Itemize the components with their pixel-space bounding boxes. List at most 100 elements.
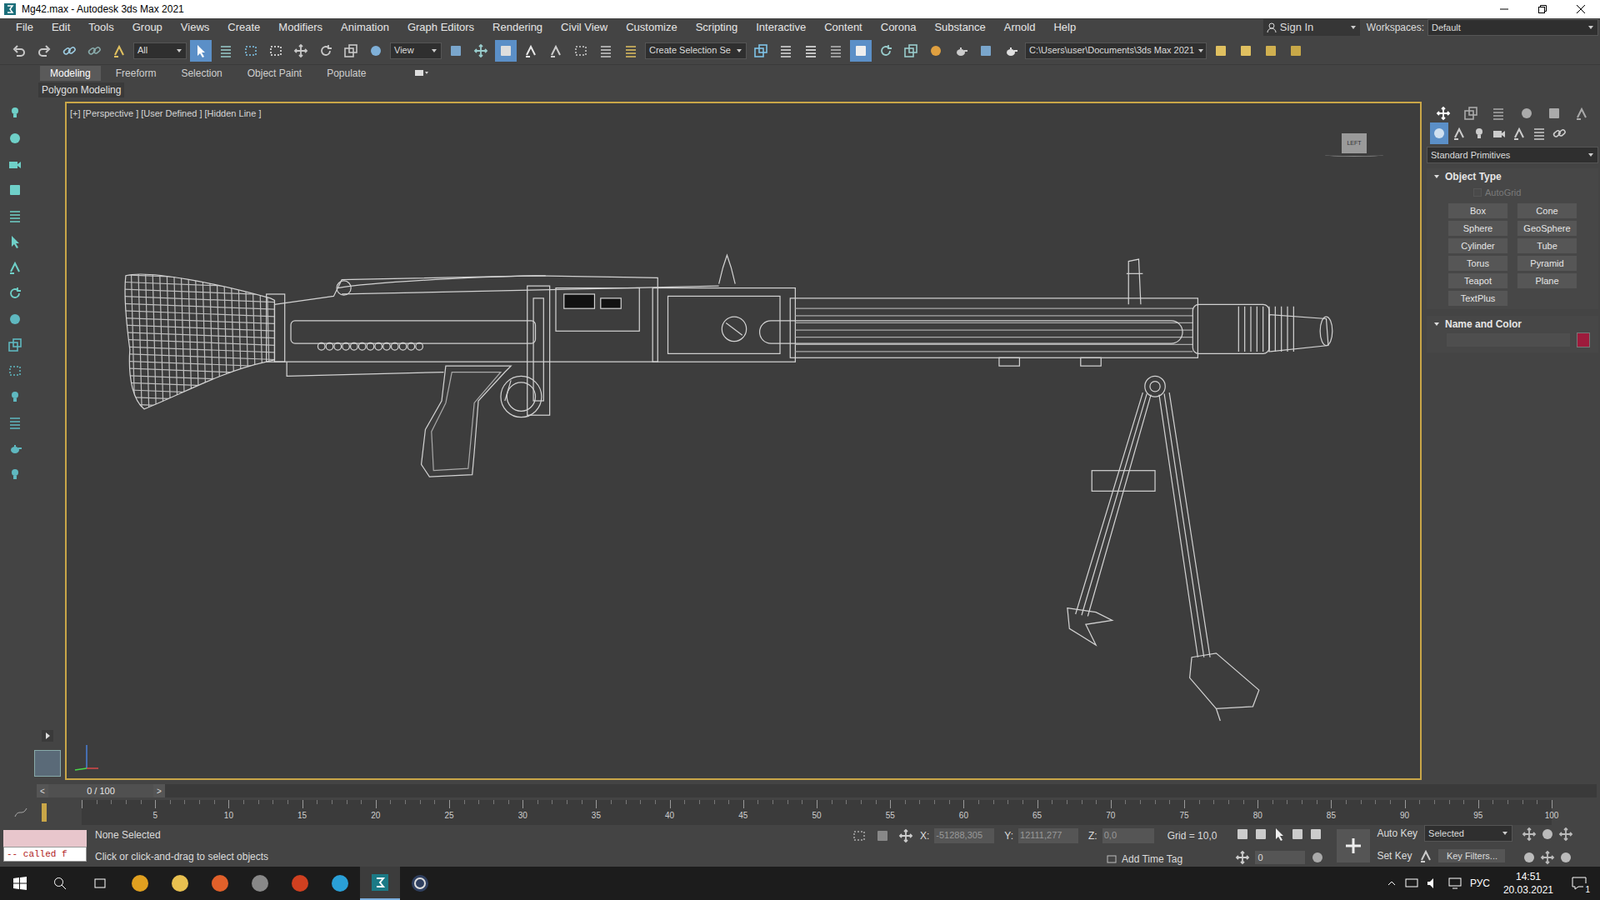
menu-item[interactable]: Rendering — [483, 19, 552, 36]
key-filter-button[interactable] — [1418, 845, 1434, 867]
close-button[interactable] — [1561, 0, 1600, 19]
spinner-snap-button[interactable] — [595, 40, 617, 62]
play-button[interactable] — [1270, 823, 1289, 845]
cameras-button[interactable] — [1490, 122, 1509, 145]
menu-item[interactable]: Edit — [42, 19, 80, 36]
menu-item[interactable]: Civil View — [551, 19, 617, 36]
ribbon-options-icon[interactable] — [415, 69, 430, 78]
key-mode-button[interactable] — [1233, 846, 1252, 869]
bind-space-warp-button[interactable] — [108, 40, 130, 62]
tray-arrow-icon[interactable] — [1386, 878, 1397, 889]
curve-editor-button[interactable] — [875, 40, 897, 62]
scene-explorer-button[interactable] — [800, 40, 822, 62]
previous-frame-button[interactable] — [1251, 823, 1270, 845]
select-by-name-button[interactable] — [215, 40, 237, 62]
layer-explorer-button[interactable] — [825, 40, 847, 62]
orbit-button[interactable] — [1557, 846, 1575, 869]
viewport-label-item[interactable]: [User Defined ] — [140, 106, 202, 121]
move-button[interactable] — [290, 40, 312, 62]
ribbon-tab[interactable]: Freeform — [105, 65, 167, 81]
menu-item[interactable]: Content — [815, 19, 872, 36]
lights-button[interactable] — [1470, 122, 1489, 145]
key-filters-button[interactable]: Key Filters... — [1438, 849, 1505, 863]
menu-item[interactable]: File — [6, 19, 43, 36]
next-frame-button[interactable]: > — [153, 784, 165, 798]
z-coordinate-field[interactable]: 0,0 — [1102, 828, 1155, 844]
ribbon-tab[interactable]: Selection — [170, 65, 232, 81]
primitive-button[interactable]: Pyramid — [1517, 255, 1577, 271]
mini-curve-editor-icon[interactable] — [14, 806, 28, 819]
primitive-button[interactable]: Torus — [1448, 255, 1508, 271]
primitive-button[interactable]: Cone — [1517, 203, 1577, 219]
grid-tool-button[interactable] — [2, 334, 28, 356]
key-mode-dropdown[interactable]: Selected — [1424, 825, 1513, 842]
track-ruler[interactable]: 5101520253035404550556065707580859095100 — [81, 800, 1552, 825]
list-button[interactable] — [2, 205, 28, 227]
add-time-tag-button[interactable]: Add Time Tag — [1121, 851, 1183, 867]
ribbon-tab[interactable]: Object Paint — [237, 65, 312, 81]
menu-item[interactable]: Tools — [79, 19, 123, 36]
helpers-button[interactable] — [1510, 122, 1529, 145]
geometry-button[interactable] — [1430, 122, 1449, 145]
taskbar-app[interactable] — [280, 866, 320, 900]
category-dropdown[interactable]: Standard Primitives — [1426, 146, 1599, 164]
angle-snap-button[interactable] — [545, 40, 567, 62]
menu-item[interactable]: Corona — [871, 19, 926, 36]
brush-button[interactable] — [2, 256, 28, 279]
polygon-modeling-panel[interactable]: Polygon Modeling — [38, 82, 125, 98]
panel-button[interactable] — [2, 360, 28, 382]
display-tab-button[interactable] — [1544, 102, 1565, 125]
notifications-button[interactable]: 1 — [1566, 870, 1592, 896]
space-warps-button[interactable] — [1530, 122, 1549, 145]
network-icon[interactable] — [1405, 877, 1419, 890]
primitive-button[interactable]: TextPlus — [1448, 290, 1508, 306]
menu-item[interactable]: Scripting — [686, 19, 748, 36]
primitive-button[interactable]: Cylinder — [1448, 238, 1508, 254]
open-project-button[interactable] — [1235, 40, 1257, 62]
mg42-wireframe-model[interactable] — [66, 103, 1420, 779]
ribbon-tab[interactable]: Modeling — [40, 65, 101, 81]
page-button[interactable] — [2, 411, 28, 434]
menu-item[interactable]: Views — [171, 19, 219, 36]
object-color-swatch[interactable] — [1576, 332, 1590, 348]
layout-expand-icon[interactable] — [41, 730, 54, 742]
menu-item[interactable]: Customize — [616, 19, 686, 36]
volume-icon[interactable] — [1426, 877, 1440, 890]
place-button[interactable] — [365, 40, 387, 62]
auto-key-button[interactable]: Auto Key — [1375, 825, 1420, 841]
rotate-button[interactable] — [315, 40, 337, 62]
display-icon[interactable] — [1448, 877, 1462, 890]
zoom-extents-button[interactable] — [1557, 823, 1575, 845]
percent-snap-button[interactable] — [570, 40, 592, 62]
isolate-selection-button[interactable] — [850, 825, 869, 847]
scale-button[interactable] — [340, 40, 362, 62]
task-view-button[interactable] — [80, 866, 120, 900]
go-to-end-button[interactable] — [1306, 823, 1325, 845]
time-slider-thumb[interactable]: 0 / 100 — [48, 784, 154, 798]
viewport-layout-thumbnail[interactable] — [34, 750, 61, 777]
snaps-toggle-button[interactable] — [520, 40, 542, 62]
undo-button[interactable] — [8, 40, 30, 62]
shapes-button[interactable] — [1450, 122, 1469, 145]
rectangular-region-button[interactable] — [240, 40, 262, 62]
gear-button[interactable] — [2, 385, 28, 408]
primitive-button[interactable]: Box — [1448, 203, 1508, 219]
x-coordinate-field[interactable]: -51288,305 — [934, 828, 995, 844]
light-button[interactable] — [2, 101, 28, 124]
taskbar-app[interactable] — [360, 866, 400, 900]
primitive-button[interactable]: Teapot — [1448, 273, 1508, 289]
ribbon-tab[interactable]: Populate — [316, 65, 376, 81]
rotate-tool-button[interactable] — [2, 282, 28, 305]
taskbar-app[interactable] — [400, 866, 440, 900]
rendered-frame-button[interactable] — [975, 40, 997, 62]
set-keys-button[interactable] — [1336, 829, 1370, 863]
menu-item[interactable]: Substance — [925, 19, 995, 36]
absolute-mode-button[interactable] — [896, 825, 915, 847]
zoom-button[interactable] — [1520, 823, 1538, 845]
taskbar-app[interactable] — [120, 866, 160, 900]
select-object-button[interactable] — [190, 40, 212, 62]
menu-item[interactable]: Modifiers — [269, 19, 332, 36]
selection-filter-dropdown[interactable]: All — [133, 42, 187, 60]
eye-button[interactable] — [2, 437, 28, 460]
taskbar-app[interactable] — [200, 866, 240, 900]
